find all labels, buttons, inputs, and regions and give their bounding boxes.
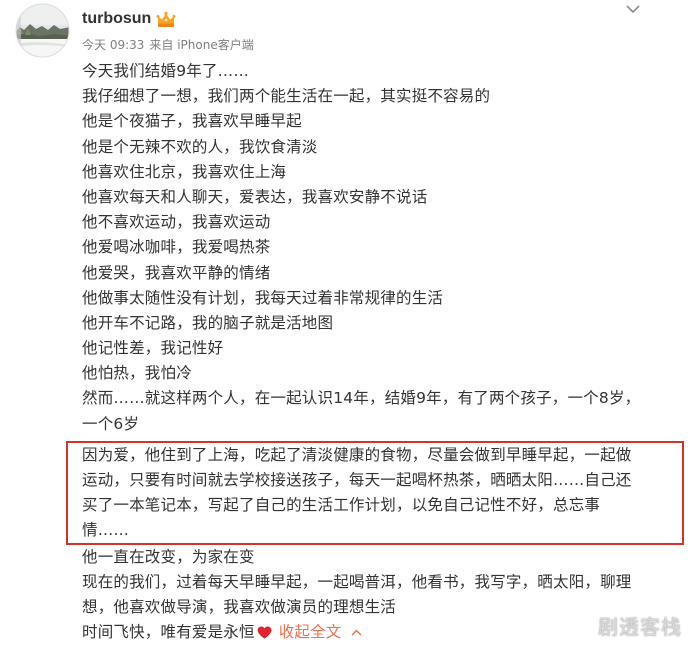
author-row: turbosun <box>82 7 176 31</box>
post-text-line: 时间飞快，唯有爱是永恒 <box>82 623 255 642</box>
post-text-line: 他是个夜猫子，我喜欢早睡早起 <box>82 112 302 131</box>
post-meta: 今天 09:33 来自 iPhone客户端 <box>82 36 254 53</box>
post-text-line: 他不喜欢运动，我喜欢运动 <box>82 213 271 232</box>
post-text-line: 他怕热，我怕冷 <box>82 364 192 383</box>
post-text-line: 他爱喝冰咖啡，我爱喝热茶 <box>82 238 271 257</box>
weibo-post: turbosun 今天 09:33 来自 iPhone客户端 今天我们结婚9年了…… <box>0 0 700 650</box>
avatar-image <box>15 3 70 58</box>
post-text-line: 他记性差，我记性好 <box>82 339 224 358</box>
post-time[interactable]: 今天 09:33 <box>82 38 144 52</box>
chevron-down-icon <box>626 5 640 14</box>
post-menu-button[interactable] <box>624 2 642 16</box>
post-text-line: 他是个无辣不欢的人，我饮食清淡 <box>82 137 318 156</box>
avatar[interactable] <box>15 3 70 58</box>
vip-badge-icon[interactable] <box>156 11 176 28</box>
highlighted-text-line: 买了一本笔记本，写起了自己的生活工作计划，以免自己记性不好，总忘事 <box>82 495 601 514</box>
post-text-line: 他一直在改变，为家在变 <box>82 547 255 566</box>
collapse-text-link[interactable]: 收起全文 <box>279 620 342 645</box>
username[interactable]: turbosun <box>82 10 151 28</box>
highlighted-text-line: 运动，只要有时间就去学校接送孩子，每天一起喝杯热茶，晒晒太阳……自己还 <box>82 470 632 489</box>
post-text-line: 一个6岁 <box>82 414 140 433</box>
post-text-line-last: 时间飞快，唯有爱是永恒 收起全文 <box>82 620 682 645</box>
heart-icon <box>257 627 272 640</box>
highlighted-passage: 因为爱，他住到了上海，吃起了清淡健康的食物，尽量会做到早睡早起，一起做 运动，只… <box>66 440 684 545</box>
highlighted-text-line: 情…… <box>82 520 130 539</box>
post-text-line: 我仔细想了一想，我们两个能生活在一起，其实挺不容易的 <box>82 87 491 106</box>
post-text-line: 他喜欢每天和人聊天，爱表达，我喜欢安静不说话 <box>82 187 428 206</box>
post-text-line: 今天我们结婚9年了…… <box>82 62 250 80</box>
post-text-line: 他做事太随性没有计划，我每天过着非常规律的生活 <box>82 288 444 307</box>
post-source[interactable]: 来自 iPhone客户端 <box>149 38 253 52</box>
highlighted-text-line: 因为爱，他住到了上海，吃起了清淡健康的食物，尽量会做到早睡早起，一起做 <box>82 445 632 464</box>
post-text: 今天我们结婚9年了…… 我仔细想了一想，我们两个能生活在一起，其实挺不容易的 他… <box>66 59 684 646</box>
post-text-line: 想，他喜欢做导演，我喜欢做演员的理想生活 <box>82 598 397 617</box>
post-text-line: 他喜欢住北京，我喜欢住上海 <box>82 162 287 181</box>
watermark: 剧透客栈 <box>598 615 682 639</box>
post-text-line: 现在的我们，过着每天早睡早起，一起喝普洱，他看书，我写字，晒太阳，聊理 <box>82 573 632 591</box>
post-text-line: 他爱哭，我喜欢平静的情绪 <box>82 263 271 282</box>
post-text-line: 他开车不记路，我的脑子就是活地图 <box>82 313 334 332</box>
chevron-up-icon[interactable] <box>350 629 362 636</box>
post-text-line: 然而……就这样两个人，在一起认识14年，结婚9年，有了两个孩子，一个8岁， <box>82 389 641 408</box>
